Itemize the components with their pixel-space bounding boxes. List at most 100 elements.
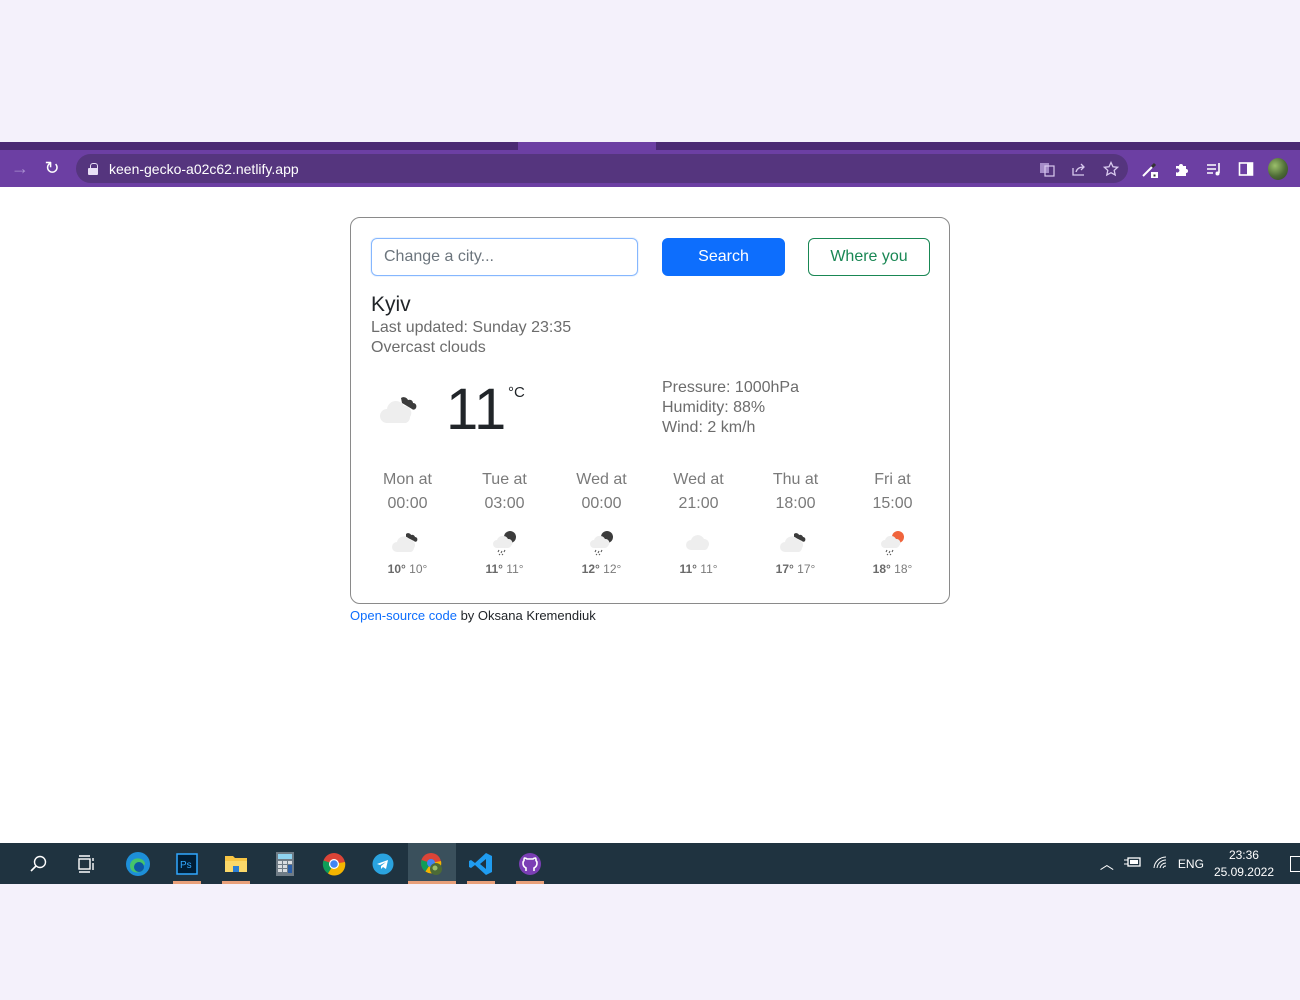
taskbar-calculator[interactable] xyxy=(261,843,309,884)
battery-icon[interactable] xyxy=(1123,856,1142,871)
forecast-item: Wed at 21:00 11° 11° xyxy=(650,468,747,576)
forecast-day: Wed at xyxy=(673,471,724,488)
city-name: Kyiv xyxy=(371,293,411,316)
forecast-min: 10° xyxy=(409,562,428,576)
clock-time: 23:36 xyxy=(1228,847,1259,862)
author-text: by Oksana Kremendiuk xyxy=(456,608,596,623)
footer-credit: Open-source code by Oksana Kremendiuk xyxy=(350,608,596,623)
forecast-day: Tue at xyxy=(482,471,527,488)
forecast-min: 18° xyxy=(894,562,913,576)
puzzle-icon[interactable] xyxy=(1172,159,1192,179)
photoshop-icon: Ps xyxy=(176,852,198,875)
clock-date: 25.09.2022 xyxy=(1213,864,1274,879)
weather-card: Search Where you Kyiv Last updated: Sund… xyxy=(350,217,950,604)
forecast-list: Mon at 00:00 10° 10° Tue at 03:00 11° 11… xyxy=(359,468,941,576)
calculator-icon xyxy=(276,851,294,876)
forecast-day: Thu at xyxy=(772,471,819,488)
notification-icon[interactable] xyxy=(1290,855,1300,872)
last-updated: Last updated: Sunday 23:35 xyxy=(371,319,572,336)
windows-taskbar: Ps ︿ ENG 23:36 25.09.2022 xyxy=(0,843,1300,884)
forecast-time: 00:00 xyxy=(581,495,622,512)
side-panel-icon[interactable] xyxy=(1236,159,1256,179)
wind: Wind: 2 km/h xyxy=(662,419,756,436)
bookmark-star-icon[interactable] xyxy=(1102,160,1120,178)
search-button[interactable]: Search xyxy=(662,238,785,276)
github-icon xyxy=(519,852,541,875)
broken-clouds-night-icon xyxy=(776,526,816,558)
forecast-item: Fri at 15:00 18° 18° xyxy=(844,468,941,576)
forecast-time: 21:00 xyxy=(678,495,719,512)
chrome-icon xyxy=(322,852,346,875)
taskbar-file-explorer[interactable] xyxy=(212,843,260,884)
forecast-item: Tue at 03:00 11° 11° xyxy=(456,468,553,576)
reload-button[interactable]: ↻ xyxy=(38,155,66,183)
chevron-up-icon[interactable]: ︿ xyxy=(1100,854,1114,874)
broken-clouds-night-icon xyxy=(388,526,428,558)
eyedropper-icon[interactable] xyxy=(1140,159,1160,179)
arrow-right-icon: → xyxy=(11,158,29,178)
forecast-item: Mon at 00:00 10° 10° xyxy=(359,468,456,576)
rain-night-icon xyxy=(485,526,525,558)
forecast-day: Fri at xyxy=(874,471,911,488)
task-view-icon xyxy=(78,854,94,873)
chrome-profile-icon xyxy=(420,852,442,875)
forecast-min: 17° xyxy=(797,562,816,576)
forecast-time: 15:00 xyxy=(872,495,913,512)
taskbar-vscode[interactable] xyxy=(457,843,505,884)
forecast-min: 11° xyxy=(506,562,524,576)
taskbar-edge[interactable] xyxy=(114,843,162,884)
url-text: keen-gecko-a02c62.netlify.app xyxy=(109,160,299,177)
forecast-item: Thu at 18:00 17° 17° xyxy=(747,468,844,576)
profile-avatar[interactable] xyxy=(1268,157,1288,180)
address-bar[interactable]: keen-gecko-a02c62.netlify.app xyxy=(76,154,1128,183)
rain-night-icon xyxy=(582,526,622,558)
media-playlist-icon[interactable] xyxy=(1204,159,1224,179)
taskbar-github-desktop[interactable] xyxy=(506,843,554,884)
weather-details: Pressure: 1000hPa Humidity: 88% Wind: 2 … xyxy=(662,378,799,438)
current-location-button[interactable]: Where you xyxy=(808,238,930,276)
taskbar-photoshop[interactable]: Ps xyxy=(163,843,211,884)
weather-description: Overcast clouds xyxy=(371,339,486,356)
forecast-max: 18° xyxy=(872,562,891,576)
pressure: Pressure: 1000hPa xyxy=(662,379,799,396)
open-source-link[interactable]: Open-source code xyxy=(350,608,457,623)
forecast-max: 17° xyxy=(775,562,794,576)
language-indicator[interactable]: ENG xyxy=(1178,857,1204,871)
forward-button[interactable]: → xyxy=(6,155,34,183)
taskbar-telegram[interactable] xyxy=(359,843,407,884)
browser-toolbar: → ↻ keen-gecko-a02c62.netlify.app xyxy=(0,150,1300,187)
taskbar-search[interactable] xyxy=(14,843,62,884)
current-temperature: 11 xyxy=(446,377,507,442)
folder-icon xyxy=(225,855,247,872)
translate-icon[interactable] xyxy=(1038,160,1056,178)
share-icon[interactable] xyxy=(1070,160,1088,178)
forecast-min: 12° xyxy=(603,562,622,576)
taskbar-chrome[interactable] xyxy=(310,843,358,884)
forecast-max: 10° xyxy=(387,562,406,576)
forecast-max: 11° xyxy=(679,562,697,576)
forecast-time: 18:00 xyxy=(775,495,816,512)
vscode-icon xyxy=(469,852,492,875)
clock[interactable]: 23:36 25.09.2022 xyxy=(1214,847,1274,881)
edge-icon xyxy=(126,851,150,876)
taskbar-task-view[interactable] xyxy=(62,843,110,884)
wifi-icon[interactable] xyxy=(1152,855,1168,872)
forecast-min: 11° xyxy=(700,562,718,576)
temperature-unit[interactable]: °C xyxy=(508,384,525,401)
active-tab[interactable] xyxy=(518,142,656,150)
humidity: Humidity: 88% xyxy=(662,399,766,416)
reload-icon: ↻ xyxy=(44,158,60,178)
forecast-time: 03:00 xyxy=(484,495,525,512)
tab-strip xyxy=(0,142,1300,150)
forecast-time: 00:00 xyxy=(387,495,428,512)
forecast-item: Wed at 00:00 12° 12° xyxy=(553,468,650,576)
forecast-max: 12° xyxy=(581,562,600,576)
forecast-day: Wed at xyxy=(576,471,627,488)
cloud-icon xyxy=(679,526,719,558)
forecast-max: 11° xyxy=(485,562,503,576)
city-search-input[interactable] xyxy=(371,238,638,276)
desktop-background xyxy=(0,884,1300,1000)
broken-clouds-night-icon xyxy=(379,390,429,430)
taskbar-chrome-profile[interactable] xyxy=(408,843,456,884)
search-icon xyxy=(30,855,47,872)
